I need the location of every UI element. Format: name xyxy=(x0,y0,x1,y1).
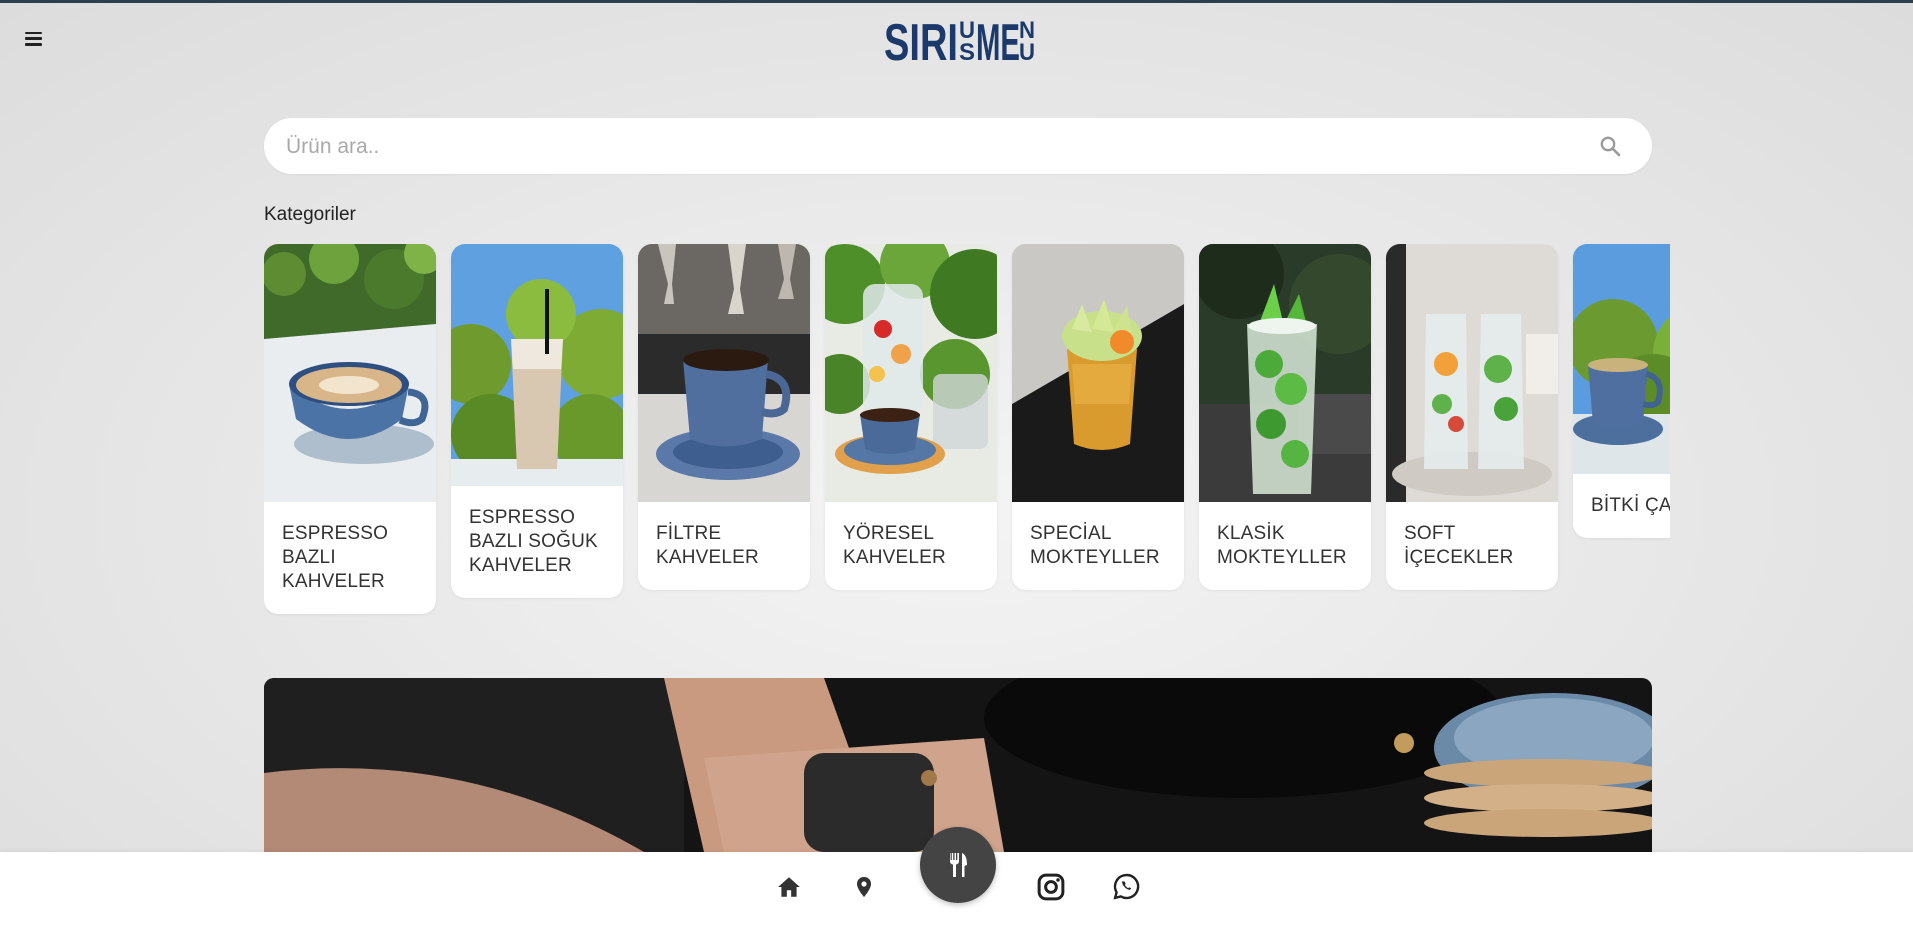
barista-banner-image xyxy=(264,678,1652,852)
category-label: ESPRESSO BAZLI SOĞUK KAHVELER xyxy=(469,507,598,576)
home-icon[interactable] xyxy=(776,874,802,900)
categories-heading: Kategoriler xyxy=(264,204,356,225)
category-label: KLASİK MOKTEYLLER xyxy=(1217,523,1347,568)
turkish-coffee-image xyxy=(825,244,997,502)
svg-text:SIRI: SIRI xyxy=(884,14,958,66)
svg-text:U: U xyxy=(1019,39,1035,66)
category-card-filter-coffee[interactable]: FİLTRE KAHVELER xyxy=(638,244,810,590)
category-card-soft-drinks[interactable]: SOFT İÇECEKLER xyxy=(1386,244,1558,590)
categories-track: ESPRESSO BAZLI KAHVELER ESPRESSO BAZLI S… xyxy=(264,244,1670,614)
fork-knife-icon xyxy=(950,853,967,877)
soft-drinks-image xyxy=(1386,244,1558,502)
logo-icon: SIRI U S ME N U xyxy=(884,14,1035,72)
category-label: BİTKİ ÇAYLARI xyxy=(1591,495,1670,516)
hamburger-icon-bar xyxy=(25,43,42,46)
herbal-tea-image xyxy=(1573,244,1670,474)
top-accent-strip xyxy=(0,0,1913,3)
latte-cup-image xyxy=(264,244,436,502)
hamburger-icon-bar xyxy=(25,37,42,40)
category-card-turkish-coffee[interactable]: YÖRESEL KAHVELER xyxy=(825,244,997,590)
category-label: FİLTRE KAHVELER xyxy=(656,523,759,568)
svg-text:ME: ME xyxy=(976,14,1020,66)
filter-coffee-image xyxy=(638,244,810,502)
sirius-menu-logo[interactable]: SIRI U S ME N U xyxy=(880,10,1040,72)
classic-mocktail-image xyxy=(1199,244,1371,502)
hamburger-icon-bar xyxy=(25,31,42,34)
svg-text:S: S xyxy=(959,39,975,66)
category-label: SPECİAL MOKTEYLLER xyxy=(1030,523,1160,568)
category-card-espresso[interactable]: ESPRESSO BAZLI KAHVELER xyxy=(264,244,436,614)
category-label: YÖRESEL KAHVELER xyxy=(843,523,946,568)
category-card-classic-mocktails[interactable]: KLASİK MOKTEYLLER xyxy=(1199,244,1371,590)
category-label: ESPRESSO BAZLI KAHVELER xyxy=(282,523,389,592)
promo-banner[interactable] xyxy=(264,678,1652,852)
instagram-icon[interactable] xyxy=(1036,872,1066,902)
category-label: SOFT İÇECEKLER xyxy=(1404,523,1514,568)
search-icon[interactable] xyxy=(1598,134,1622,158)
location-pin-icon[interactable] xyxy=(855,876,873,898)
hamburger-menu-button[interactable] xyxy=(20,28,48,50)
special-mocktail-image xyxy=(1012,244,1184,502)
category-card-iced-espresso[interactable]: ESPRESSO BAZLI SOĞUK KAHVELER xyxy=(451,244,623,598)
category-card-herbal-teas[interactable]: BİTKİ ÇAYLARI xyxy=(1573,244,1670,538)
iced-coffee-image xyxy=(451,244,623,486)
category-card-special-mocktails[interactable]: SPECİAL MOKTEYLLER xyxy=(1012,244,1184,590)
whatsapp-icon[interactable] xyxy=(1112,872,1141,901)
search-input[interactable] xyxy=(284,118,1568,176)
search-bar xyxy=(264,118,1652,176)
menu-fab-button[interactable] xyxy=(920,827,996,903)
categories-carousel[interactable]: ESPRESSO BAZLI KAHVELER ESPRESSO BAZLI S… xyxy=(264,244,1670,644)
